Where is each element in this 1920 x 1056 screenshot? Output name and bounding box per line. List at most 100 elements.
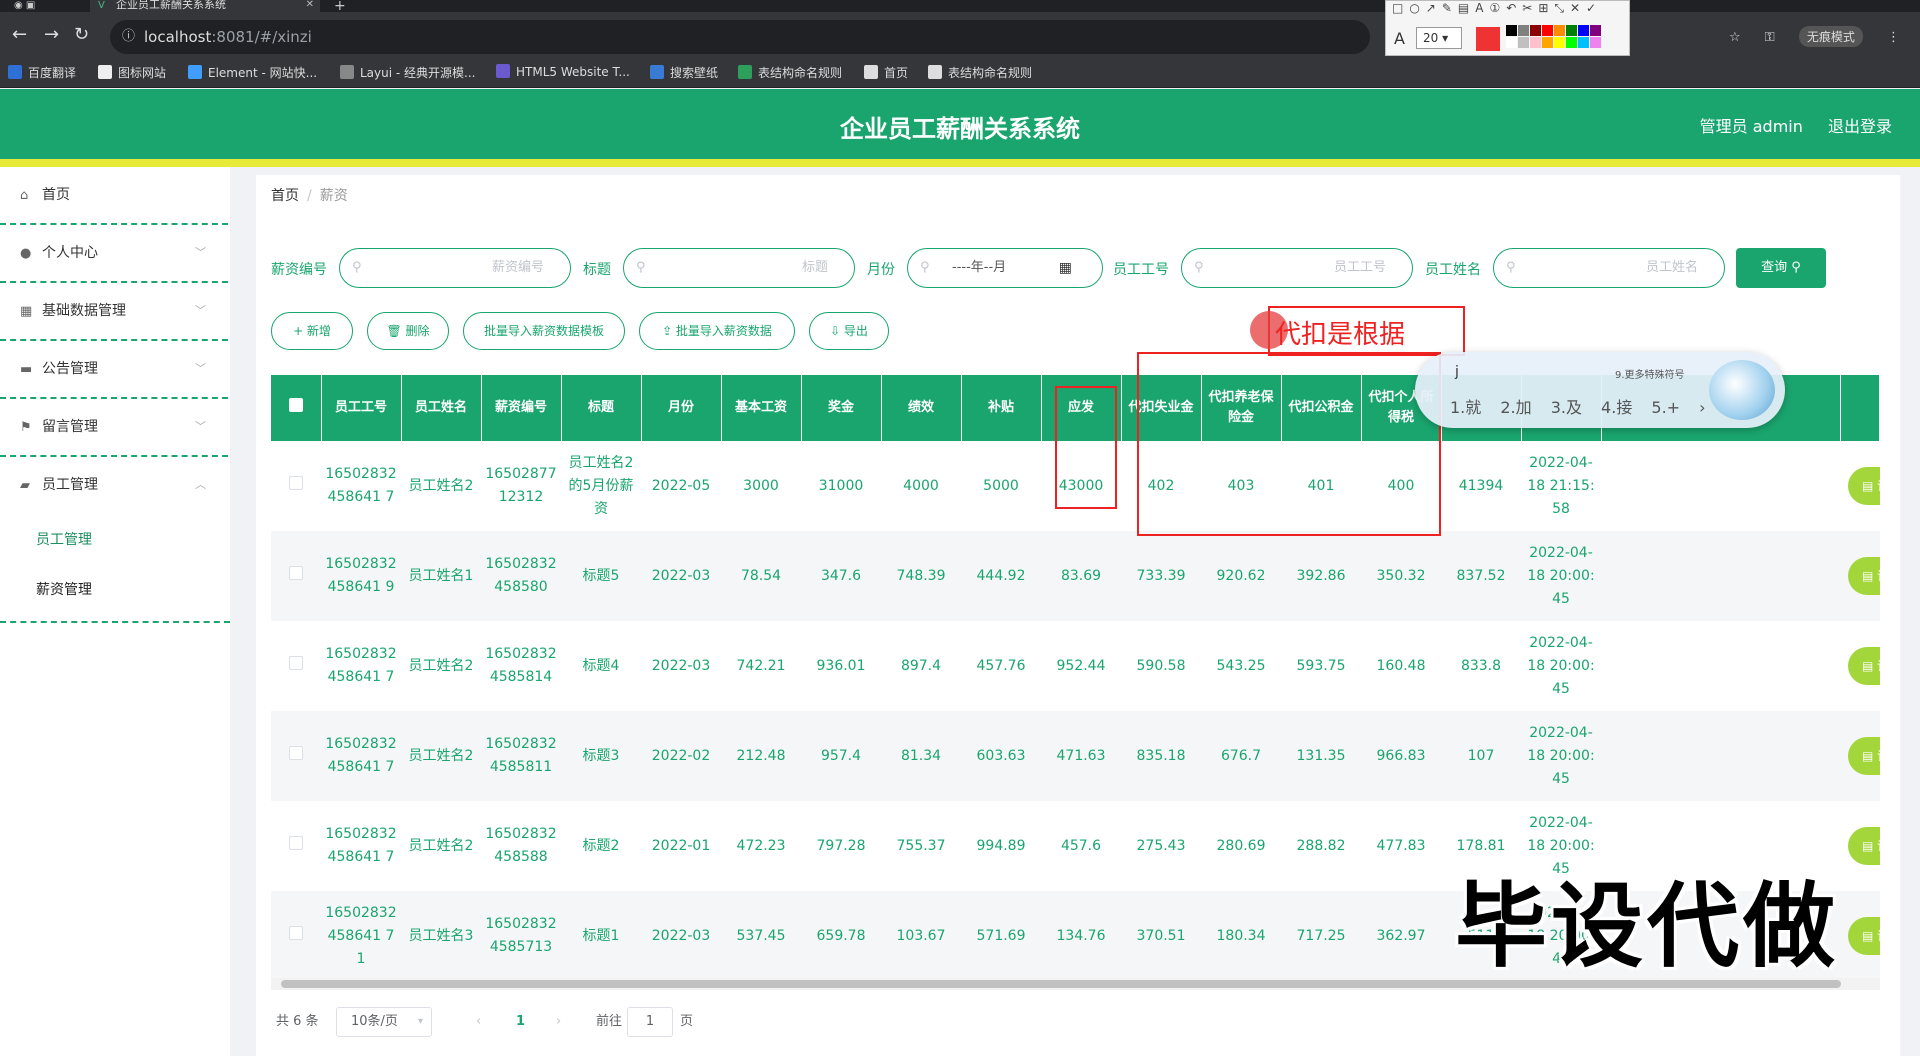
row-checkbox[interactable] xyxy=(289,925,303,940)
sidebar-item-notice[interactable]: ▬ 公告管理 ﹀ xyxy=(0,341,228,399)
palette-color-swatch[interactable] xyxy=(1566,25,1577,36)
font-size-select[interactable]: 20 ▾ xyxy=(1416,27,1462,49)
color-palette xyxy=(1506,25,1601,48)
forward-icon[interactable]: → xyxy=(44,24,59,45)
row-checkbox[interactable] xyxy=(289,835,303,850)
row-checkbox[interactable] xyxy=(289,655,303,670)
next-page-button[interactable]: › xyxy=(556,1007,561,1037)
breadcrumb-home[interactable]: 首页 xyxy=(271,188,299,204)
palette-color-swatch[interactable] xyxy=(1530,37,1541,48)
sidebar-item-employees[interactable]: ▰ 员工管理 ︿ xyxy=(0,457,228,515)
cell-d-fund: 131.35 xyxy=(1281,711,1361,801)
cell-spacer xyxy=(1601,441,1840,531)
cell-net: 41394 xyxy=(1458,477,1504,494)
bookmark-label: Layui - 经典开源模... xyxy=(360,66,476,80)
ime-candidates[interactable]: 1.就 2.加 3.及 4.接 5.+ › xyxy=(1450,394,1706,418)
browser-tab[interactable]: V 企业员工薪酬关系系统 ✕ xyxy=(90,0,320,12)
back-icon[interactable]: ← xyxy=(12,24,27,45)
export-button[interactable]: ⇩ 导出 xyxy=(809,312,889,350)
sidebar-item-basic-data[interactable]: ▦ 基础数据管理 ﹀ xyxy=(0,283,228,341)
menu-dots-icon[interactable]: ⋮ xyxy=(1887,30,1900,45)
sidebar-item-profile[interactable]: ● 个人中心 ﹀ xyxy=(0,225,228,283)
palette-color-swatch[interactable] xyxy=(1530,25,1541,36)
import-data-button[interactable]: ⇪ 批量导入薪资数据 xyxy=(639,312,795,350)
month-input[interactable]: ⚲ ----年--月 ▦ xyxy=(907,248,1103,288)
tab-close-icon[interactable]: ✕ xyxy=(306,0,314,10)
select-all-checkbox[interactable] xyxy=(288,397,303,412)
calendar-icon[interactable]: ▦ xyxy=(1059,249,1072,287)
row-actions-cell: ▤ 详情✎ 修改🗑 删除 xyxy=(1840,801,1880,891)
palette-color-swatch[interactable] xyxy=(1518,25,1529,36)
delete-button[interactable]: 🗑 删除 xyxy=(367,312,449,350)
row-select-cell xyxy=(271,621,321,711)
key-icon[interactable]: ⚿ xyxy=(1765,30,1775,45)
monitor-icon: ▬ xyxy=(20,362,33,377)
add-button[interactable]: + 新增 xyxy=(271,312,353,350)
bookmark-item[interactable]: 搜索壁纸 xyxy=(650,64,718,81)
annotation-tool-icons[interactable]: □○↗✎▤A①↶✂⊞⤡✕✓ xyxy=(1392,1,1602,16)
detail-button[interactable]: ▤ 详情 xyxy=(1848,557,1880,595)
palette-color-swatch[interactable] xyxy=(1506,25,1517,36)
query-button[interactable]: 查询 ⚲ xyxy=(1736,248,1826,288)
column-header: 员工姓名 xyxy=(401,375,482,441)
bookmark-star-icon[interactable]: ☆ xyxy=(1729,30,1741,45)
bookmark-item[interactable]: 图标网站 xyxy=(98,64,166,81)
site-info-icon[interactable]: ⓘ xyxy=(122,20,135,54)
bookmark-item[interactable]: HTML5 Website T... xyxy=(496,64,630,79)
url-path: :8081/#/xinzi xyxy=(211,28,312,46)
sidebar-subitem-salary-manage[interactable]: 薪资管理 xyxy=(0,565,230,615)
cell-time: 2022-04-18 20:00:45 xyxy=(1521,531,1601,621)
emp-no-input[interactable]: ⚲ 员工工号 xyxy=(1181,248,1413,288)
sidebar-subitem-employee-manage[interactable]: 员工管理 xyxy=(0,515,230,565)
palette-color-swatch[interactable] xyxy=(1578,37,1589,48)
sidebar-item-messages[interactable]: ⚑ 留言管理 ﹀ xyxy=(0,399,228,457)
detail-button[interactable]: ▤ 详情 xyxy=(1848,647,1880,685)
url-field[interactable]: ⓘ localhost:8081/#/xinzi xyxy=(110,20,1370,54)
sidebar-item-home[interactable]: ⌂ 首页 xyxy=(0,167,228,225)
cell-title: 员工姓名2的5月份薪资 xyxy=(568,454,634,517)
bookmark-item[interactable]: 首页 xyxy=(864,64,908,81)
cell-bonus: 936.01 xyxy=(816,657,866,674)
row-checkbox[interactable] xyxy=(289,475,303,490)
title-input[interactable]: ⚲ 标题 xyxy=(623,248,855,288)
detail-button[interactable]: ▤ 详情 xyxy=(1848,467,1880,505)
cell-bonus: 347.6 xyxy=(801,531,881,621)
import-template-button[interactable]: 批量导入薪资数据模板 xyxy=(463,312,625,350)
browser-tab-bar: ◉ ▣ V 企业员工薪酬关系系统 ✕ + xyxy=(0,0,1920,14)
palette-color-swatch[interactable] xyxy=(1554,37,1565,48)
reload-icon[interactable]: ↻ xyxy=(74,24,89,45)
palette-color-swatch[interactable] xyxy=(1590,25,1601,36)
bookmark-item[interactable]: Element - 网站快... xyxy=(188,64,317,81)
palette-color-swatch[interactable] xyxy=(1554,25,1565,36)
palette-color-swatch[interactable] xyxy=(1578,25,1589,36)
bookmark-item[interactable]: 表结构命名规则 xyxy=(928,64,1032,81)
detail-button[interactable]: ▤ 详情 xyxy=(1848,827,1880,865)
bookmark-item[interactable]: 百度翻译 xyxy=(8,64,76,81)
logout-link[interactable]: 退出登录 xyxy=(1828,117,1892,136)
row-checkbox[interactable] xyxy=(289,745,303,760)
cell-base: 212.48 xyxy=(721,711,801,801)
row-select-cell xyxy=(271,801,321,891)
cell-name: 员工姓名3 xyxy=(401,891,481,981)
palette-color-swatch[interactable] xyxy=(1506,37,1517,48)
prev-page-button[interactable]: ‹ xyxy=(476,1007,481,1037)
palette-color-swatch[interactable] xyxy=(1590,37,1601,48)
emp-name-input[interactable]: ⚲ 员工姓名 xyxy=(1493,248,1725,288)
selected-color-swatch[interactable] xyxy=(1476,27,1500,51)
palette-color-swatch[interactable] xyxy=(1566,37,1577,48)
detail-button[interactable]: ▤ 详情 xyxy=(1848,917,1880,955)
palette-color-swatch[interactable] xyxy=(1542,25,1553,36)
cell-base: 537.45 xyxy=(721,891,801,981)
row-checkbox[interactable] xyxy=(289,565,303,580)
palette-color-swatch[interactable] xyxy=(1542,37,1553,48)
detail-button[interactable]: ▤ 详情 xyxy=(1848,737,1880,775)
bookmark-item[interactable]: Layui - 经典开源模... xyxy=(340,64,475,81)
page-size-select[interactable]: 10条/页 ▾ xyxy=(336,1007,432,1037)
incognito-badge[interactable]: 无痕模式 xyxy=(1798,26,1863,47)
page-number-1[interactable]: 1 xyxy=(516,1007,525,1037)
salary-no-input[interactable]: ⚲ 薪资编号 xyxy=(339,248,571,288)
font-tool-icon[interactable]: A xyxy=(1394,29,1405,48)
goto-page-input[interactable]: 1 xyxy=(627,1007,673,1037)
palette-color-swatch[interactable] xyxy=(1518,37,1529,48)
bookmark-item[interactable]: 表结构命名规则 xyxy=(738,64,842,81)
